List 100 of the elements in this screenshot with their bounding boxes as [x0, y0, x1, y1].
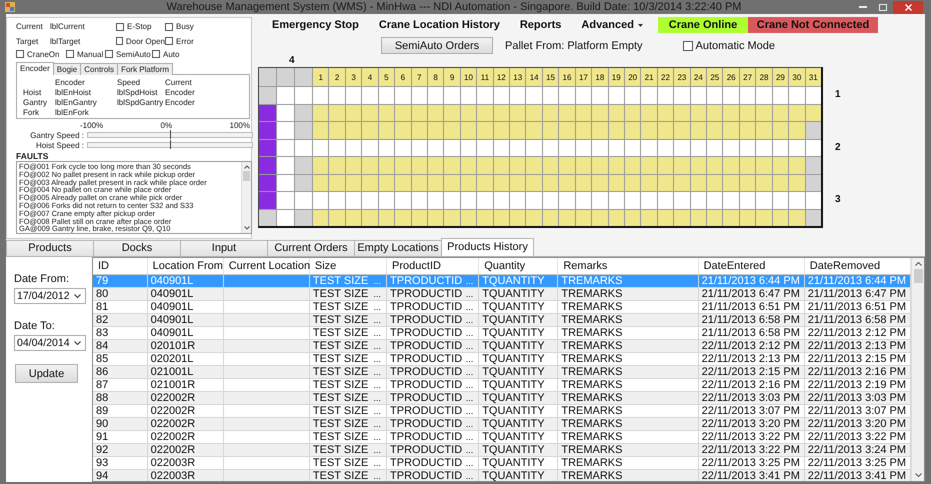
close-button[interactable]: [893, 0, 923, 14]
ellipsis-button[interactable]: ...: [372, 392, 384, 404]
ellipsis-button[interactable]: ...: [372, 379, 384, 391]
ellipsis-button[interactable]: ...: [464, 301, 476, 313]
ellipsis-button[interactable]: ...: [464, 431, 476, 443]
table-row[interactable]: 83 040901L TEST SIZE ... TPRODUCTID ... TQUANTITY TREMARKS 21/11/2013 6:58 PM 22/11/2013 2:12 PM: [93, 326, 911, 340]
scroll-thumb[interactable]: [914, 269, 923, 283]
tab[interactable]: Empty Locations: [354, 240, 442, 256]
tab[interactable]: Products: [6, 240, 94, 256]
table-row[interactable]: 84 020101R TEST SIZE ... TPRODUCTID ... TQUANTITY TREMARKS 22/11/2013 2:12 PM 22/11/2013 2:13 PM: [93, 340, 911, 352]
column-header: 3: [346, 68, 362, 86]
table-cell: TQUANTITY: [482, 301, 545, 313]
semiauto-orders-button[interactable]: SemiAuto Orders: [381, 37, 493, 54]
table-cell: 83: [96, 327, 108, 339]
ellipsis-button[interactable]: ...: [372, 470, 384, 481]
ellipsis-button[interactable]: ...: [464, 405, 476, 417]
update-button[interactable]: Update: [15, 364, 78, 383]
ellipsis-button[interactable]: ...: [372, 327, 384, 339]
table-row[interactable]: 94 022003R TEST SIZE ... TPRODUCTID ... TQUANTITY TREMARKS 22/11/2013 3:41 PM 22/11/2013 3:41 PM: [93, 470, 911, 481]
menu-item[interactable]: Reports: [512, 16, 568, 34]
menu-item[interactable]: Emergency Stop: [265, 16, 366, 34]
column-header: 17: [576, 68, 592, 86]
checkbox[interactable]: [66, 50, 74, 58]
ellipsis-button[interactable]: ...: [372, 366, 384, 378]
table-row[interactable]: 90 022002R TEST SIZE ... TPRODUCTID ... TQUANTITY TREMARKS 22/11/2013 3:20 PM 22/11/2013 3:20 PM: [93, 418, 911, 430]
ellipsis-button[interactable]: ...: [372, 301, 384, 313]
ellipsis-button[interactable]: ...: [372, 314, 384, 326]
tab[interactable]: Fork Platform: [117, 63, 174, 75]
scroll-thumb[interactable]: [243, 171, 250, 181]
checkbox[interactable]: [165, 22, 173, 31]
ellipsis-button[interactable]: ...: [464, 366, 476, 378]
scroll-down-icon[interactable]: [244, 226, 250, 230]
tab[interactable]: Current Orders: [267, 240, 355, 256]
table-row[interactable]: 86 021001L TEST SIZE ... TPRODUCTID ... TQUANTITY TREMARKS 22/11/2013 2:15 PM 22/11/2013 2:16 PM: [93, 366, 911, 378]
ellipsis-button[interactable]: ...: [372, 353, 384, 365]
checkbox[interactable]: [152, 50, 160, 58]
date-picker[interactable]: 17/04/2012: [14, 288, 86, 304]
table-row[interactable]: 80 040901L TEST SIZE ... TPRODUCTID ... TQUANTITY TREMARKS 21/11/2013 6:47 PM 21/11/2013 6:47 PM: [93, 288, 911, 300]
ellipsis-button[interactable]: ...: [464, 314, 476, 326]
checkbox[interactable]: [116, 22, 124, 31]
table-cell: 21/11/2013 6:47 PM: [702, 288, 800, 300]
table-cell: 22/11/2013 2:19 PM: [808, 379, 906, 391]
close-icon: [904, 4, 912, 10]
table-row[interactable]: 82 040901L TEST SIZE ... TPRODUCTID ... TQUANTITY TREMARKS 21/11/2013 6:58 PM 21/11/2013 6:58 PM: [93, 314, 911, 326]
checkbox[interactable]: [105, 50, 113, 58]
table-row[interactable]: 93 022003R TEST SIZE ... TPRODUCTID ... TQUANTITY TREMARKS 22/11/2013 3:25 PM 22/11/2013 3:25 PM: [93, 456, 911, 470]
column-header: Speed: [117, 78, 142, 87]
tab[interactable]: Encoder: [16, 62, 54, 75]
tab[interactable]: Controls: [80, 63, 118, 75]
scrollbar[interactable]: [241, 162, 251, 233]
date-picker[interactable]: 04/04/2014: [14, 335, 86, 351]
maximize-icon: [879, 4, 887, 10]
column-header: 30: [789, 68, 805, 86]
ellipsis-button[interactable]: ...: [464, 340, 476, 352]
field-value: lblTarget: [50, 36, 82, 46]
scroll-down-icon[interactable]: [914, 473, 922, 477]
tab[interactable]: Input: [180, 240, 268, 256]
scrollbar[interactable]: [911, 258, 924, 481]
menu-item[interactable]: Advanced: [574, 16, 650, 34]
ellipsis-button[interactable]: ...: [464, 470, 476, 481]
ellipsis-button[interactable]: ...: [372, 418, 384, 430]
ellipsis-button[interactable]: ...: [372, 457, 384, 469]
table-cell: 040901L: [150, 288, 194, 300]
scroll-up-icon[interactable]: [914, 262, 922, 266]
checkbox[interactable]: [165, 37, 173, 46]
ellipsis-button[interactable]: ...: [464, 457, 476, 469]
ellipsis-button[interactable]: ...: [372, 340, 384, 352]
column-header: 6: [395, 68, 411, 86]
ellipsis-button[interactable]: ...: [464, 288, 476, 300]
table-row[interactable]: 89 022002R TEST SIZE ... TPRODUCTID ... TQUANTITY TREMARKS 22/11/2013 3:07 PM 22/11/2013 3:07 PM: [93, 404, 911, 418]
menu-item[interactable]: Crane Location History: [372, 16, 507, 34]
table-row[interactable]: 81 040901L TEST SIZE ... TPRODUCTID ... TQUANTITY TREMARKS 21/11/2013 6:51 PM 21/11/2013 6:51 PM: [93, 300, 911, 314]
table-row[interactable]: 91 022002R TEST SIZE ... TPRODUCTID ... TQUANTITY TREMARKS 22/11/2013 3:22 PM 22/11/2013 3:22 PM: [93, 430, 911, 444]
scroll-up-icon[interactable]: [244, 165, 250, 169]
table-cell: 94: [96, 470, 108, 481]
table-cell: TREMARKS: [561, 353, 622, 365]
table-cell: TEST SIZE: [312, 405, 368, 417]
table-row[interactable]: 88 022002R TEST SIZE ... TPRODUCTID ... TQUANTITY TREMARKS 22/11/2013 3:03 PM 22/11/2013 3:03 PM: [93, 392, 911, 404]
ellipsis-button[interactable]: ...: [372, 288, 384, 300]
ellipsis-button[interactable]: ...: [464, 444, 476, 456]
ellipsis-button[interactable]: ...: [464, 379, 476, 391]
table-row[interactable]: 92 022002R TEST SIZE ... TPRODUCTID ... TQUANTITY TREMARKS 22/11/2013 3:22 PM 22/11/2013 3:24 PM: [93, 444, 911, 456]
table-cell: TQUANTITY: [482, 457, 545, 469]
tab[interactable]: Products History: [441, 238, 534, 256]
tab[interactable]: Docks: [93, 240, 181, 256]
ellipsis-button[interactable]: ...: [372, 444, 384, 456]
ellipsis-button[interactable]: ...: [464, 392, 476, 404]
table-row[interactable]: 87 021001R TEST SIZE ... TPRODUCTID ... TQUANTITY TREMARKS 22/11/2013 2:16 PM 22/11/2013 2:19 PM: [93, 378, 911, 392]
checkbox[interactable]: [116, 37, 123, 46]
ellipsis-button[interactable]: ...: [372, 431, 384, 443]
checkbox[interactable]: [682, 40, 693, 50]
checkbox[interactable]: [16, 50, 24, 58]
ellipsis-button[interactable]: ...: [464, 327, 476, 339]
ellipsis-button[interactable]: ...: [464, 353, 476, 365]
slider-label: Gantry Speed :: [29, 130, 84, 140]
ellipsis-button[interactable]: ...: [464, 418, 476, 430]
table-row[interactable]: 85 020201L TEST SIZE ... TPRODUCTID ... TQUANTITY TREMARKS 22/11/2013 2:13 PM 22/11/2013 2:15 PM: [93, 352, 911, 366]
scale-label: 100%: [230, 121, 250, 130]
table-cell: 22/11/2013 3:22 PM: [702, 431, 800, 443]
ellipsis-button[interactable]: ...: [372, 405, 384, 417]
